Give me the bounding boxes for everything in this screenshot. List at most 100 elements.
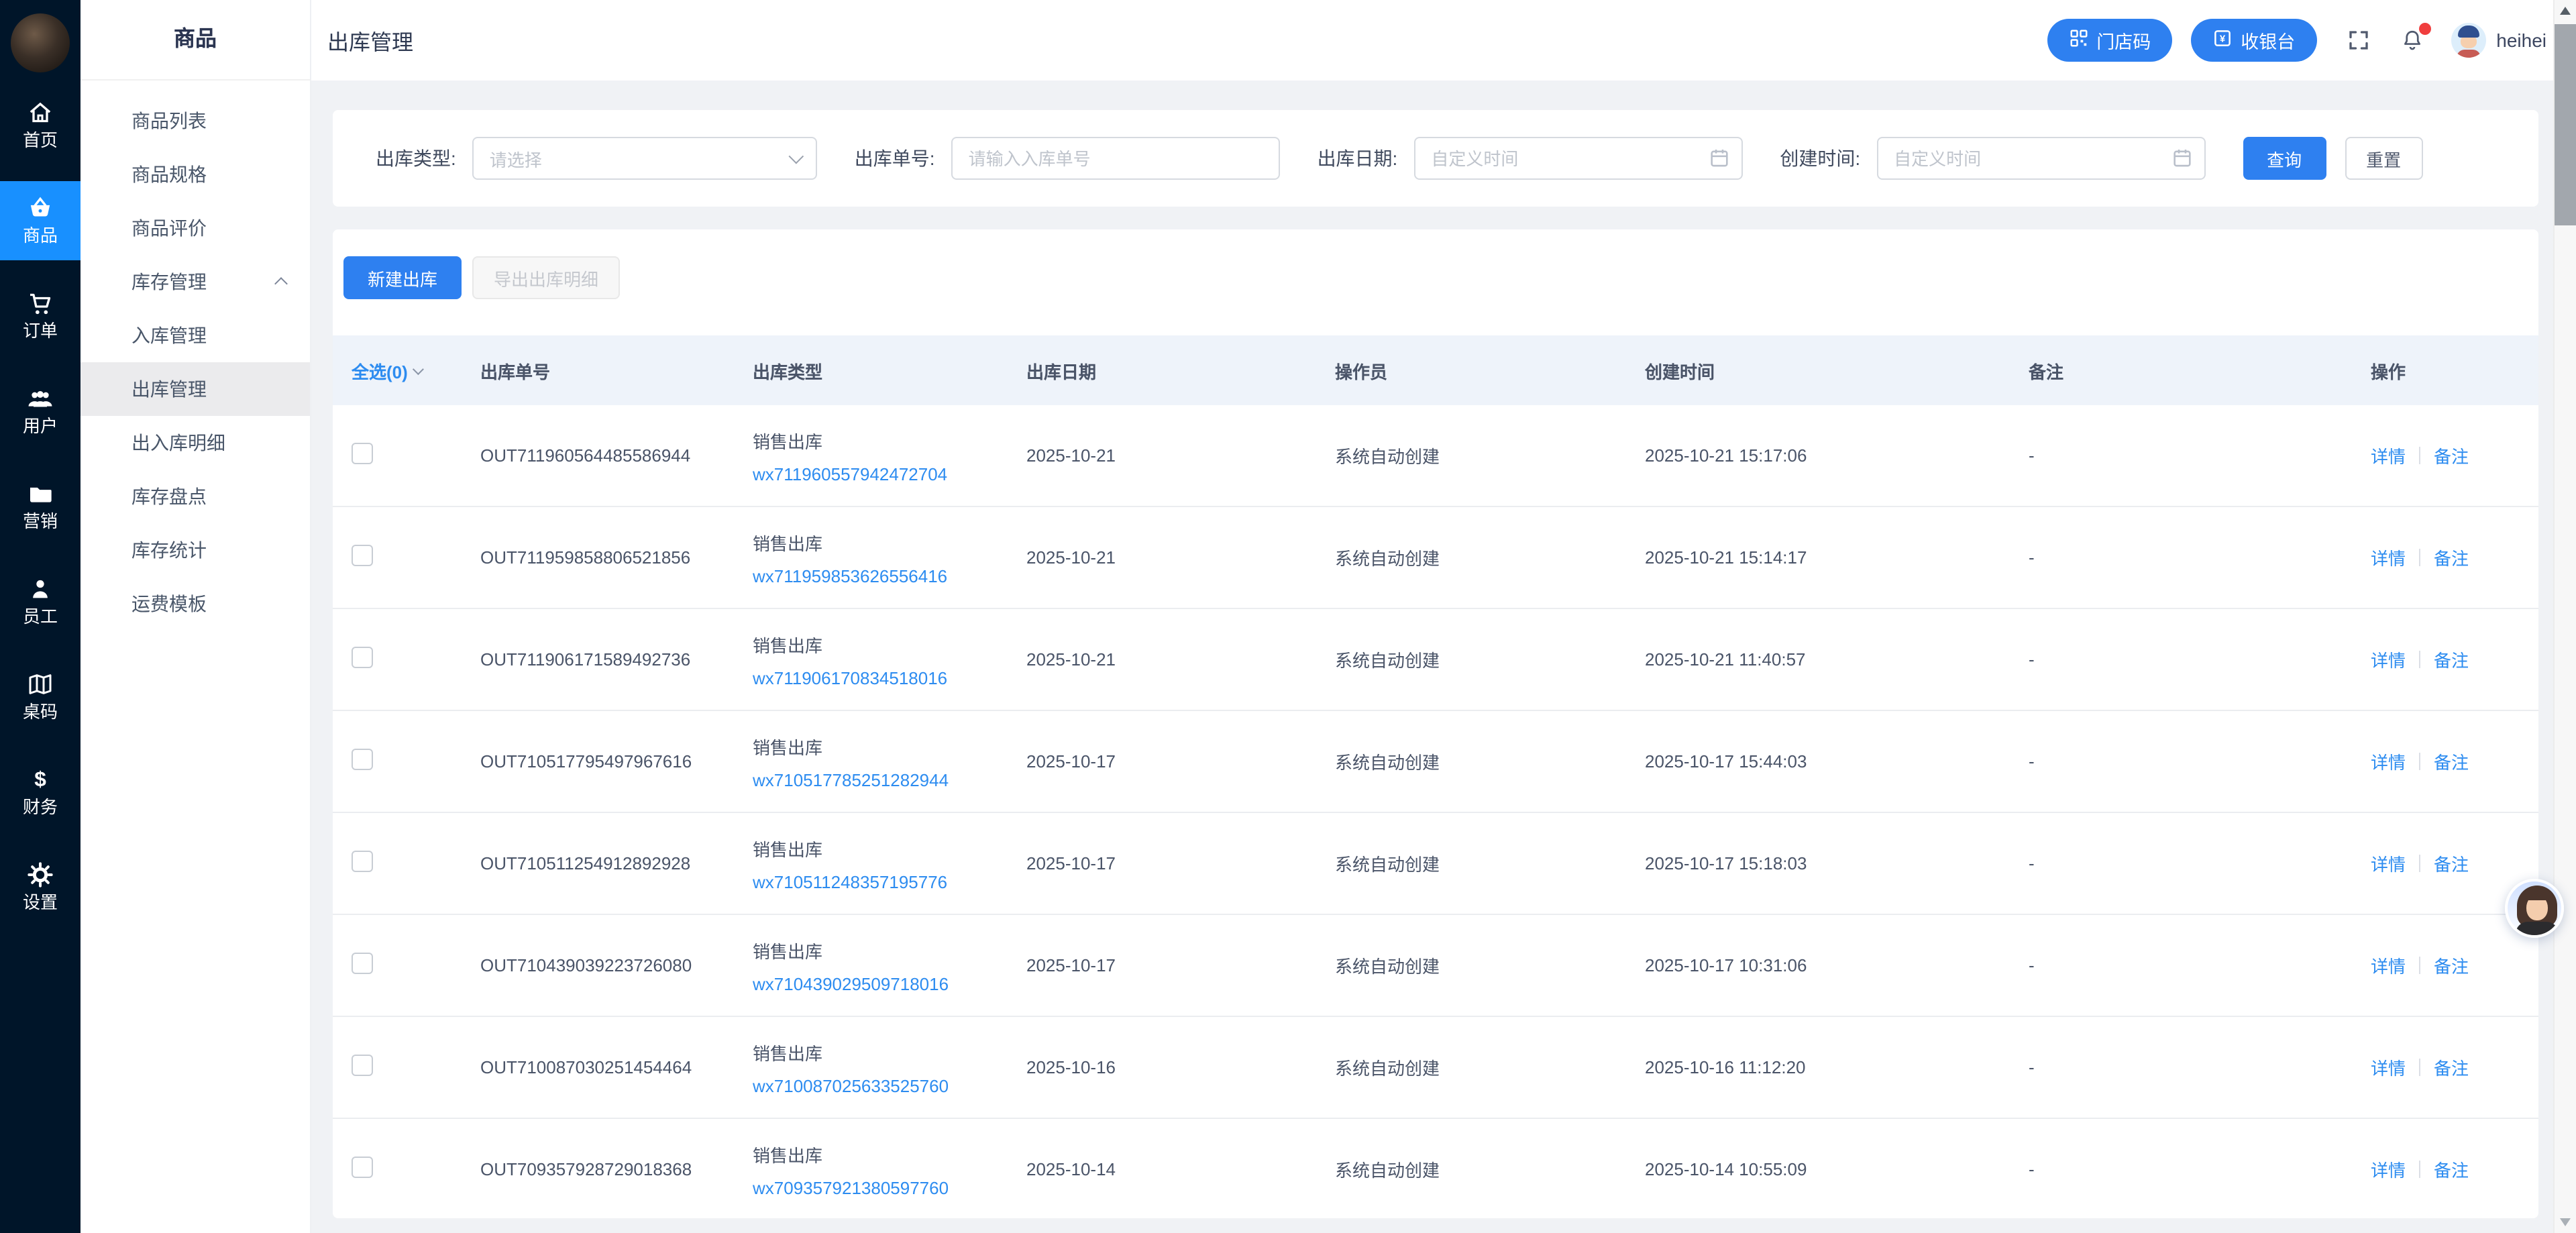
source-order-link[interactable]: wx710511248357195776: [753, 871, 947, 892]
rail-item-orders[interactable]: 订单: [0, 276, 80, 356]
store-qrcode-button[interactable]: 门店码: [2047, 19, 2173, 62]
sidebar-item-product-specs[interactable]: 商品规格: [80, 148, 310, 201]
chevron-down-icon: [788, 148, 804, 164]
header-operator: 操作员: [1335, 362, 1388, 382]
filter-outbound-type: 出库类型: 请选择: [376, 137, 817, 180]
outbound-no-input[interactable]: [951, 137, 1280, 180]
scroll-down-arrow-icon[interactable]: [2560, 1218, 2571, 1226]
outbound-date-input[interactable]: [1413, 137, 1743, 180]
search-button[interactable]: 查询: [2243, 137, 2326, 180]
cell-operator: 系统自动创建: [1335, 1059, 1440, 1079]
cell-created-time: 2025-10-14 10:55:09: [1645, 1159, 1807, 1179]
cell-outbound-no: OUT710087030251454464: [480, 1057, 692, 1077]
row-checkbox[interactable]: [352, 545, 373, 566]
detail-link[interactable]: 详情: [2371, 953, 2406, 978]
remark-link[interactable]: 备注: [2434, 1157, 2469, 1182]
cell-created-time: 2025-10-17 15:44:03: [1645, 751, 1807, 771]
export-outbound-button[interactable]: 导出出库明细: [472, 256, 621, 299]
source-order-link[interactable]: wx710517785251282944: [753, 769, 949, 790]
rail-item-settings[interactable]: 设置: [0, 848, 80, 927]
sidebar-item-product-list[interactable]: 商品列表: [80, 94, 310, 148]
remark-link[interactable]: 备注: [2434, 1055, 2469, 1080]
cell-operation: 详情 备注: [2371, 443, 2533, 468]
rail-item-products[interactable]: 商品: [0, 181, 80, 260]
detail-link[interactable]: 详情: [2371, 1157, 2406, 1182]
cart-icon: [27, 290, 54, 317]
service-avatar-widget[interactable]: [2505, 879, 2564, 938]
rail-item-marketing[interactable]: 营销: [0, 467, 80, 546]
sidebar-item-inbound-management[interactable]: 入库管理: [80, 309, 310, 362]
fullscreen-icon[interactable]: [2346, 28, 2370, 52]
source-order-link[interactable]: wx709357921380597760: [753, 1177, 949, 1197]
scroll-up-arrow-icon[interactable]: [2560, 7, 2571, 15]
cell-outbound-type: 销售出库 wx711959853626556416: [753, 529, 1026, 586]
source-order-link[interactable]: wx711959853626556416: [753, 566, 947, 586]
new-outbound-button[interactable]: 新建出库: [343, 256, 462, 299]
cell-created-time: 2025-10-16 11:12:20: [1645, 1057, 1806, 1077]
divider: [2419, 1059, 2421, 1076]
icon-rail: 首页 商品 订单 用户 营销 员工 桌码 $ 财务 设置: [0, 0, 80, 1233]
sidebar-item-inout-detail[interactable]: 出入库明细: [80, 416, 310, 470]
page-title: 出库管理: [327, 32, 414, 55]
cell-outbound-no: OUT710439039223726080: [480, 955, 692, 975]
remark-link[interactable]: 备注: [2434, 953, 2469, 978]
vertical-scrollbar[interactable]: [2553, 0, 2576, 1233]
remark-link[interactable]: 备注: [2434, 647, 2469, 672]
source-order-link[interactable]: wx710087025633525760: [753, 1075, 949, 1095]
remark-link[interactable]: 备注: [2434, 749, 2469, 774]
remark-link[interactable]: 备注: [2434, 851, 2469, 876]
rail-item-table-code[interactable]: 桌码: [0, 657, 80, 737]
rail-item-label: 首页: [22, 130, 58, 150]
qrcode-icon: [2068, 28, 2088, 52]
cell-operation: 详情 备注: [2371, 1157, 2533, 1182]
rail-item-finance[interactable]: $ 财务: [0, 753, 80, 832]
cell-outbound-date: 2025-10-14: [1026, 1159, 1116, 1179]
cell-checkbox: [333, 953, 480, 978]
cell-outbound-date: 2025-10-16: [1026, 1057, 1116, 1077]
source-order-link[interactable]: wx711906170834518016: [753, 667, 947, 688]
source-order-link[interactable]: wx710439029509718016: [753, 973, 949, 994]
row-checkbox[interactable]: [352, 749, 373, 770]
detail-link[interactable]: 详情: [2371, 443, 2406, 468]
outbound-type-select[interactable]: 请选择: [472, 137, 817, 180]
header-select-all[interactable]: 全选(0): [333, 358, 480, 383]
rail-item-users[interactable]: 用户: [0, 372, 80, 451]
source-order-link[interactable]: wx711960557942472704: [753, 464, 947, 484]
row-checkbox[interactable]: [352, 1055, 373, 1076]
detail-link[interactable]: 详情: [2371, 647, 2406, 672]
app-window: 首页 商品 订单 用户 营销 员工 桌码 $ 财务 设置 商品 商品列表 商品规…: [0, 0, 2576, 1233]
row-checkbox[interactable]: [352, 647, 373, 668]
reset-button[interactable]: 重置: [2345, 137, 2423, 180]
sidebar-item-stock-taking[interactable]: 库存盘点: [80, 470, 310, 523]
created-time-input[interactable]: [1876, 137, 2206, 180]
remark-link[interactable]: 备注: [2434, 443, 2469, 468]
header-remark: 备注: [2029, 362, 2064, 382]
sidebar-item-inventory-management[interactable]: 库存管理: [80, 255, 310, 309]
sidebar-item-stock-stats[interactable]: 库存统计: [80, 523, 310, 577]
rail-item-label: 用户: [22, 416, 58, 436]
sidebar-item-freight-template[interactable]: 运费模板: [80, 577, 310, 631]
detail-link[interactable]: 详情: [2371, 749, 2406, 774]
sidebar-item-product-reviews[interactable]: 商品评价: [80, 201, 310, 255]
filter-outbound-date: 出库日期:: [1318, 137, 1743, 180]
cashier-button[interactable]: ¥ 收银台: [2191, 19, 2317, 62]
store-logo[interactable]: [11, 13, 70, 72]
row-checkbox[interactable]: [352, 1157, 373, 1178]
notification-bell-icon[interactable]: [2400, 23, 2431, 52]
detail-link[interactable]: 详情: [2371, 851, 2406, 876]
scrollbar-thumb[interactable]: [2555, 24, 2576, 225]
row-checkbox[interactable]: [352, 851, 373, 872]
row-checkbox[interactable]: [352, 953, 373, 974]
remark-link[interactable]: 备注: [2434, 545, 2469, 570]
detail-link[interactable]: 详情: [2371, 545, 2406, 570]
select-all-label: 全选(0): [352, 362, 408, 382]
user-menu[interactable]: heihei: [2451, 23, 2546, 58]
cell-operator: 系统自动创建: [1335, 651, 1440, 671]
row-checkbox[interactable]: [352, 443, 373, 464]
table-row: OUT710087030251454464 销售出库 wx71008702563…: [333, 1017, 2538, 1119]
rail-item-home[interactable]: 首页: [0, 86, 80, 165]
sidebar-item-outbound-management[interactable]: 出库管理: [80, 362, 310, 416]
detail-link[interactable]: 详情: [2371, 1055, 2406, 1080]
rail-item-staff[interactable]: 员工: [0, 562, 80, 641]
rail-item-label: 财务: [22, 797, 58, 817]
